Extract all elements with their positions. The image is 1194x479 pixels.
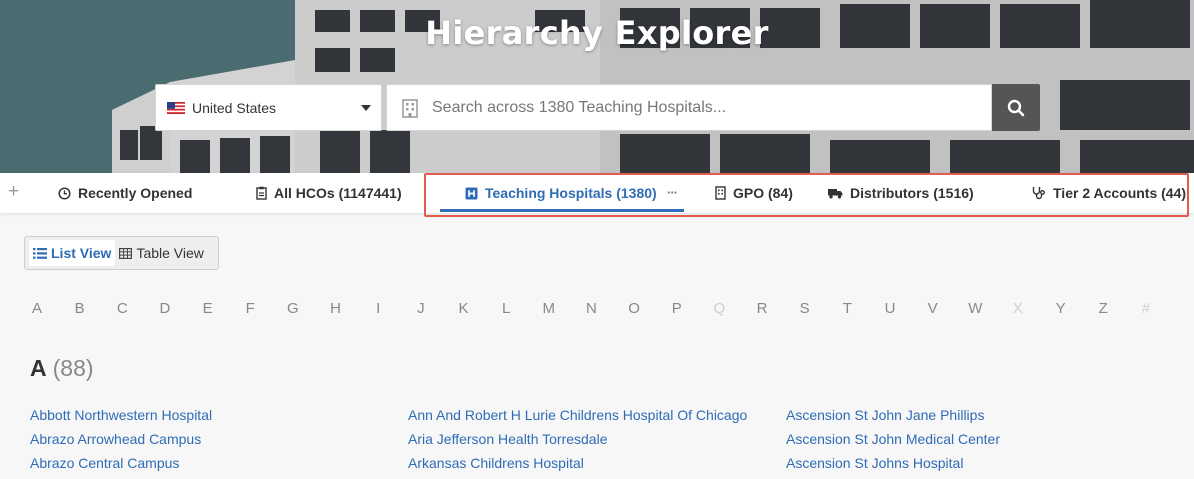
tab-label: Tier 2 Accounts (44) — [1053, 185, 1187, 201]
alphabet-letter-s[interactable]: S — [790, 300, 820, 317]
alphabet-letter-r[interactable]: R — [747, 300, 777, 317]
more-options-icon[interactable]: ··· — [667, 185, 678, 200]
hospital-link[interactable]: Abrazo Central Campus — [30, 455, 212, 479]
tab-label: Teaching Hospitals (1380) — [485, 185, 657, 201]
clock-icon — [58, 186, 71, 200]
alphabet-letter-l[interactable]: L — [491, 300, 521, 317]
alphabet-letter-y[interactable]: Y — [1046, 300, 1076, 317]
tab-label: GPO (84) — [733, 185, 793, 201]
view-toggle: List View Table View — [24, 236, 219, 270]
tab-teaching-hospitals[interactable]: Teaching Hospitals (1380) — [465, 173, 657, 213]
alphabet-letter-c[interactable]: C — [107, 300, 137, 317]
list-icon — [33, 247, 47, 259]
alphabet-letter-g[interactable]: G — [278, 300, 308, 317]
alphabet-letter-j[interactable]: J — [406, 300, 436, 317]
clipboard-icon — [256, 186, 267, 200]
alphabet-letter-p[interactable]: P — [662, 300, 692, 317]
add-tab-icon[interactable]: + — [8, 181, 19, 203]
alphabet-letter-x: X — [1012, 300, 1023, 317]
hospital-column-3: Ascension St John Jane Phillips Ascensio… — [786, 407, 1000, 479]
alphabet-letter-f[interactable]: F — [235, 300, 265, 317]
hospital-column-2: Ann And Robert H Lurie Childrens Hospita… — [408, 407, 747, 479]
hospital-link[interactable]: Ascension St John Medical Center — [786, 431, 1000, 455]
search-input[interactable] — [432, 98, 972, 117]
page-title: Hierarchy Explorer — [425, 14, 769, 52]
us-flag-icon — [167, 101, 185, 114]
caret-down-icon — [361, 105, 371, 111]
tab-label: Recently Opened — [78, 185, 193, 201]
alphabet-letter-k[interactable]: K — [449, 300, 479, 317]
search-icon — [1007, 99, 1025, 116]
alphabet-letter-h[interactable]: H — [321, 300, 351, 317]
list-view-button[interactable]: List View — [29, 240, 116, 266]
alphabet-letter-i[interactable]: I — [363, 300, 393, 317]
alphabet-letter-o[interactable]: O — [619, 300, 649, 317]
building-icon — [715, 186, 726, 200]
country-select-value: United States — [192, 99, 277, 116]
alphabet-letter-n[interactable]: N — [576, 300, 606, 317]
alphabet-letter-m[interactable]: M — [534, 300, 564, 317]
section-count: (88) — [52, 355, 94, 381]
hospital-icon — [465, 187, 478, 200]
hospital-link[interactable]: Aria Jefferson Health Torresdale — [408, 431, 747, 455]
active-tab-indicator — [440, 209, 684, 212]
tab-label: Distributors (1516) — [850, 185, 974, 201]
alphabet-letter-w[interactable]: W — [960, 300, 990, 317]
alphabet-letter-hash: # — [1141, 300, 1151, 317]
building-icon — [402, 98, 418, 118]
table-icon — [119, 247, 133, 259]
alphabet-letter-b[interactable]: B — [65, 300, 95, 317]
hero-banner: Hierarchy Explorer United States — [0, 0, 1194, 173]
stethoscope-icon — [1032, 186, 1046, 200]
tab-label: All HCOs (1147441) — [274, 185, 402, 201]
tab-tier-2-accounts[interactable]: Tier 2 Accounts (44) — [1032, 173, 1186, 213]
hospital-link[interactable]: Abrazo Arrowhead Campus — [30, 431, 212, 455]
alphabet-letter-v[interactable]: V — [918, 300, 948, 317]
hospital-link[interactable]: Ann And Robert H Lurie Childrens Hospita… — [408, 407, 747, 431]
section-heading: A (88) — [30, 355, 94, 382]
search-field[interactable] — [386, 84, 992, 131]
tab-recently-opened[interactable]: Recently Opened — [58, 173, 192, 213]
section-letter: A — [30, 355, 47, 381]
alphabet-letter-e[interactable]: E — [193, 300, 223, 317]
alphabet-letter-q: Q — [713, 300, 726, 317]
tab-bar: + Recently Opened All HCOs (1147441) Tea… — [0, 173, 1194, 213]
country-select[interactable]: United States — [155, 84, 382, 131]
hospital-link[interactable]: Ascension St Johns Hospital — [786, 455, 1000, 479]
tab-all-hcos[interactable]: All HCOs (1147441) — [256, 173, 402, 213]
tab-distributors[interactable]: Distributors (1516) — [828, 173, 974, 213]
tab-gpo[interactable]: GPO (84) — [715, 173, 793, 213]
alphabet-index: A B C D E F G H I J K L M N O P Q R S T U V W X Y Z # — [0, 300, 1194, 320]
table-view-label: Table View — [136, 245, 204, 261]
hospital-link[interactable]: Arkansas Childrens Hospital — [408, 455, 747, 479]
alphabet-letter-z[interactable]: Z — [1088, 300, 1118, 317]
alphabet-letter-u[interactable]: U — [875, 300, 905, 317]
hospital-link[interactable]: Abbott Northwestern Hospital — [30, 407, 212, 431]
alphabet-letter-a[interactable]: A — [22, 300, 52, 317]
list-view-label: List View — [51, 245, 112, 261]
truck-icon — [828, 188, 843, 199]
hospital-column-1: Abbott Northwestern Hospital Abrazo Arro… — [30, 407, 212, 479]
table-view-button[interactable]: Table View — [115, 240, 207, 266]
search-button[interactable] — [992, 84, 1040, 131]
alphabet-letter-t[interactable]: T — [832, 300, 862, 317]
hospital-link[interactable]: Ascension St John Jane Phillips — [786, 407, 1000, 431]
alphabet-letter-d[interactable]: D — [150, 300, 180, 317]
